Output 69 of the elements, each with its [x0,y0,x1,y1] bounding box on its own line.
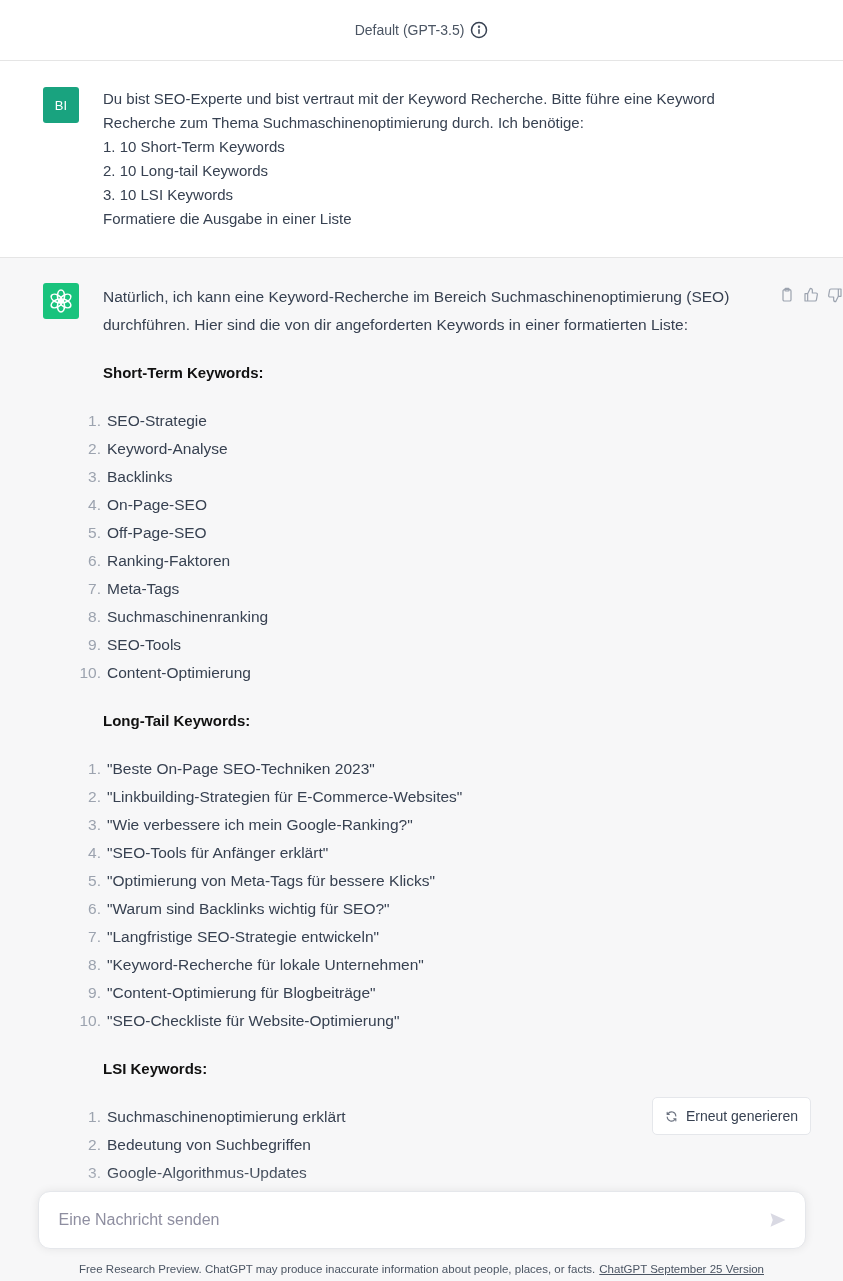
refresh-icon [664,1109,678,1123]
assistant-avatar [43,283,79,319]
message-input[interactable]: Eine Nachricht senden [37,1191,806,1249]
version-link[interactable]: ChatGPT September 25 Version [599,1263,764,1275]
message-text: 3. 10 LSI Keywords [103,185,235,205]
keyword-text: "Warum sind Backlinks wichtig für SEO?" [107,899,390,919]
list-number: 6. [87,551,102,571]
list-number: 8. [87,607,102,627]
keyword-text: Content-Optimierung [107,663,251,683]
list-number: 7. [87,927,102,947]
keyword-text: Off-Page-SEO [107,523,207,543]
list-number: 2. [87,787,102,807]
list-number: 10. [78,663,102,683]
keyword-text: "SEO-Tools für Anfänger erklärt" [107,843,329,863]
keyword-text: "Linkbuilding-Strategien für E-Commerce-Websites" [107,787,463,807]
message-text: 2. 10 Long-tail Keywords [103,161,270,181]
section-heading: LSI Keywords: [103,1059,209,1079]
list-number: 5. [87,523,102,543]
info-icon[interactable] [470,21,489,39]
keyword-text: Suchmaschinenoptimierung erklärt [107,1107,346,1127]
thumbs-down-icon[interactable] [827,287,843,303]
keyword-text: Keyword-Analyse [107,439,228,459]
list-number: 4. [87,843,102,863]
keyword-text: SEO-Strategie [107,411,207,431]
copy-icon[interactable] [779,287,795,303]
keyword-text: "Keyword-Recherche für lokale Unternehmen" [107,955,424,975]
keyword-text: Backlinks [107,467,173,487]
list-number: 5. [87,871,102,891]
list-number: 3. [87,467,102,487]
list-number: 2. [87,1135,102,1155]
list-number: 6. [87,899,102,919]
thumbs-up-icon[interactable] [803,287,819,303]
list-number: 7. [87,579,102,599]
regenerate-button[interactable]: Erneut generieren [651,1097,811,1135]
list-number: 3. [87,815,102,835]
keyword-text: "Wie verbessere ich mein Google-Ranking?" [107,815,413,835]
response-text: Natürlich, ich kann eine Keyword-Recherche im Bereich Suchmaschinenoptimierung (SEO) durchführen. Hier sind die von dir angeforderten Keywords in einer formatierten Liste: [103,287,731,335]
list-number: 10. [78,1011,102,1031]
keyword-text: Ranking-Faktoren [107,551,231,571]
list-number: 9. [87,635,102,655]
keyword-text: "Content-Optimierung für Blogbeiträge" [107,983,376,1003]
disclaimer-text: Free Research Preview. ChatGPT may produce inaccurate information about people, places, or facts. [79,1263,596,1275]
keyword-text: "Langfristige SEO-Strategie entwickeln" [107,927,380,947]
keyword-text: SEO-Tools [107,635,182,655]
model-name: Default (GPT-3.5) [354,22,465,38]
list-number: 3. [87,1163,102,1183]
list-number: 1. [87,759,102,779]
list-number: 8. [87,955,102,975]
list-number: 9. [87,983,102,1003]
keyword-text: Meta-Tags [107,579,180,599]
keyword-text: "Optimierung von Meta-Tags für bessere Klicks" [107,871,436,891]
message-field[interactable]: Eine Nachricht senden [56,1210,769,1230]
message-text: 1. 10 Short-Term Keywords [103,137,286,157]
message-text: Formatiere die Ausgabe in einer Liste [103,209,353,229]
list-number: 1. [87,1107,102,1127]
message-text: Du bist SEO-Experte und bist vertraut mit der Keyword Recherche. Bitte führe eine Keyword Recherche zum Thema Suchmaschinenoptimierung durch. Ich benötige: [103,89,716,133]
keyword-text: On-Page-SEO [107,495,207,515]
keyword-text: Suchmaschinenranking [107,607,269,627]
section-heading: Short-Term Keywords: [103,363,265,383]
keyword-text: Google-Algorithmus-Updates [107,1163,307,1183]
keyword-text: Bedeutung von Suchbegriffen [107,1135,311,1155]
send-icon[interactable] [768,1211,787,1229]
keyword-text: "Beste On-Page SEO-Techniken 2023" [107,759,375,779]
list-number: 1. [87,411,102,431]
section-heading: Long-Tail Keywords: [103,711,252,731]
user-avatar: BI [43,87,79,123]
list-number: 4. [87,495,102,515]
list-number: 2. [87,439,102,459]
keyword-text: "SEO-Checkliste für Website-Optimierung" [107,1011,400,1031]
